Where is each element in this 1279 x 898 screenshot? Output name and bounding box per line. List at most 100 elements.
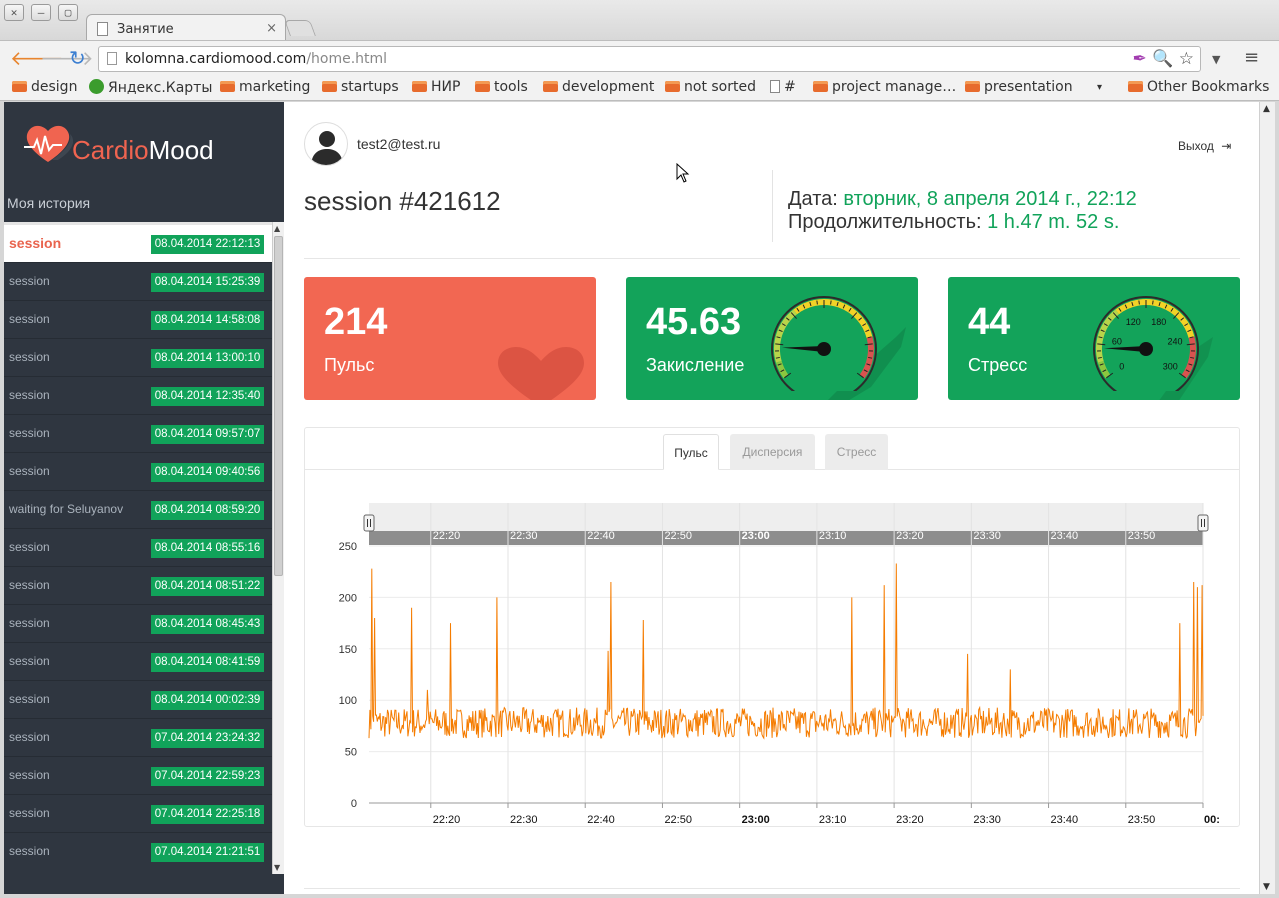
bookmarks-bar: design Яндекс.Карты marketing startups Н… [0, 76, 1279, 101]
dropdown-arrow-icon[interactable]: ▼ [1212, 53, 1220, 66]
tab-pulse[interactable]: Пульс [663, 434, 719, 470]
session-list-item[interactable]: session 08.04.2014 12:35:40 [4, 377, 272, 415]
bookmark-project-management[interactable]: project manage… [813, 79, 956, 95]
y-tick-label: 0 [351, 798, 357, 810]
gauge-tick-label: 60 [1112, 337, 1122, 347]
window-titlebar: ✕ – ▢ Занятие × [0, 0, 1279, 42]
page-icon [770, 80, 780, 93]
session-title: session #421612 [304, 186, 501, 216]
folder-icon [813, 81, 828, 92]
bookmark-marketing[interactable]: marketing [220, 79, 310, 95]
session-list-item[interactable]: session 08.04.2014 09:40:56 [4, 453, 272, 491]
window-minimize-icon[interactable]: – [31, 4, 51, 21]
x-tick-label: 23:20 [896, 814, 924, 826]
navigator-tick-label: 23:10 [819, 530, 847, 542]
session-name: session [9, 578, 50, 592]
bookmark-nir[interactable]: НИР [412, 79, 460, 95]
yandex-icon [89, 79, 104, 94]
session-name: session [9, 235, 62, 251]
pulse-label: Пульс [324, 355, 375, 375]
gauge-tick [816, 300, 818, 305]
session-list-item[interactable]: session 07.04.2014 22:59:23 [4, 757, 272, 795]
folder-icon [1128, 81, 1143, 92]
scroll-up-arrow-icon[interactable]: ▲ [1263, 104, 1270, 114]
session-date-badge: 07.04.2014 22:25:18 [151, 805, 264, 824]
menu-icon[interactable]: ≡ [1244, 47, 1259, 68]
avatar[interactable] [304, 122, 348, 166]
bookmark-hash[interactable]: # [770, 79, 796, 95]
x-tick-label: 23:00 [742, 814, 770, 826]
folder-icon [322, 81, 337, 92]
bookmark-not-sorted[interactable]: not sorted [665, 79, 756, 95]
session-list-item[interactable]: session 08.04.2014 15:25:39 [4, 263, 272, 301]
session-list-item[interactable]: session 08.04.2014 08:45:43 [4, 605, 272, 643]
bookmark-other[interactable]: Other Bookmarks [1128, 79, 1269, 95]
pulse-chart[interactable]: 0 50 100 150 200 250 22:20 22:30 22:40 22:50 23:00… [305, 471, 1239, 826]
session-list-item[interactable]: waiting for Seluyanov 08.04.2014 08:59:20 [4, 491, 272, 529]
scroll-down-arrow-icon[interactable]: ▼ [274, 863, 280, 872]
bookmark-development[interactable]: development [543, 79, 654, 95]
logout-button[interactable]: Выход ⇥ [1178, 139, 1231, 153]
stress-value: 44 [968, 301, 1011, 343]
window-close-icon[interactable]: ✕ [4, 4, 24, 21]
session-list-item[interactable]: session 07.04.2014 23:24:32 [4, 719, 272, 757]
bookmark-tools[interactable]: tools [475, 79, 528, 95]
stress-label: Стресс [968, 355, 1028, 375]
session-list-item[interactable]: session 08.04.2014 13:00:10 [4, 339, 272, 377]
session-list-item[interactable]: session 08.04.2014 22:12:13 [4, 225, 272, 263]
url-text[interactable]: kolomna.cardiomood.com/home.html [125, 51, 387, 67]
session-date-badge: 08.04.2014 09:40:56 [151, 463, 264, 482]
brand-name: CardioMood [72, 135, 214, 165]
page-scrollbar[interactable]: ▲ ▼ [1259, 102, 1275, 894]
session-list-item[interactable]: session 08.04.2014 00:02:39 [4, 681, 272, 719]
bookmark-star-icon[interactable]: ☆ [1179, 49, 1194, 69]
new-tab-button[interactable] [284, 20, 316, 36]
folder-icon [965, 81, 980, 92]
session-date-badge: 08.04.2014 08:41:59 [151, 653, 264, 672]
page-icon [97, 22, 108, 36]
scroll-down-arrow-icon[interactable]: ▼ [1263, 882, 1270, 892]
zoom-icon[interactable]: 🔍 [1152, 49, 1173, 69]
y-tick-label: 250 [339, 541, 357, 553]
user-silhouette-icon [311, 131, 343, 165]
navigator-tick-label: 23:50 [1128, 530, 1156, 542]
folder-icon [412, 81, 427, 92]
acidification-value: 45.63 [646, 301, 742, 343]
sidebar-scroll-thumb[interactable] [274, 236, 283, 576]
session-list-item[interactable]: session 07.04.2014 21:21:51 [4, 833, 272, 870]
bookmark-presentation[interactable]: presentation [965, 79, 1073, 95]
folder-icon [543, 81, 558, 92]
gauge-hub [817, 342, 831, 356]
session-name: session [9, 464, 50, 478]
sidebar-scrollbar[interactable]: ▲ ▼ [272, 222, 284, 874]
gauge-tick-label: 240 [1168, 337, 1183, 347]
address-bar[interactable]: kolomna.cardiomood.com/home.html ✒ 🔍 ☆ [98, 46, 1201, 72]
session-list-item[interactable]: session 08.04.2014 08:51:22 [4, 567, 272, 605]
session-list-item[interactable]: session 08.04.2014 14:58:08 [4, 301, 272, 339]
session-date-badge: 08.04.2014 08:51:22 [151, 577, 264, 596]
tab-close-icon[interactable]: × [266, 21, 277, 36]
stress-card: 0 60 120 180 240 300 44 Стресс [948, 277, 1240, 400]
tab-dispersion[interactable]: Дисперсия [730, 434, 815, 470]
session-list-item[interactable]: session 08.04.2014 08:41:59 [4, 643, 272, 681]
chart-panel: Пульс Дисперсия Стресс 0 50 100 150 200 250 22… [304, 427, 1240, 827]
tab-stress[interactable]: Стресс [825, 434, 888, 470]
y-tick-label: 50 [345, 747, 357, 759]
bookmarks-overflow-icon[interactable]: ▾ [1097, 82, 1102, 93]
reload-icon[interactable]: ↻ [69, 47, 86, 69]
navigator-tick-label: 22:20 [433, 530, 461, 542]
session-date-badge: 08.04.2014 08:55:16 [151, 539, 264, 558]
window-maximize-icon[interactable]: ▢ [58, 4, 78, 21]
header-divider [772, 170, 773, 242]
bookmark-startups[interactable]: startups [322, 79, 399, 95]
session-list-item[interactable]: session 07.04.2014 22:25:18 [4, 795, 272, 833]
scroll-up-arrow-icon[interactable]: ▲ [274, 224, 280, 233]
session-list-item[interactable]: session 08.04.2014 08:55:16 [4, 529, 272, 567]
bookmark-yandex-maps[interactable]: Яндекс.Карты [89, 79, 212, 96]
pen-extension-icon[interactable]: ✒ [1133, 49, 1147, 69]
browser-tab-active[interactable]: Занятие × [86, 14, 286, 42]
bookmark-design[interactable]: design [12, 79, 77, 95]
mouse-cursor-icon [676, 163, 690, 183]
session-list-item[interactable]: session 08.04.2014 09:57:07 [4, 415, 272, 453]
navigator-tick-label: 22:30 [510, 530, 538, 542]
